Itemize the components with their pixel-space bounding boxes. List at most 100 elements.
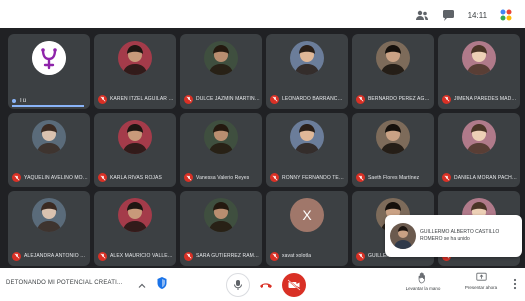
mic-muted-icon: [270, 251, 279, 261]
avatar-photo: [204, 198, 238, 233]
self-highlight-bar: [12, 104, 84, 107]
leave-call-button[interactable]: [254, 273, 278, 297]
mic-muted-icon: [184, 173, 193, 183]
self-indicator-icon: [12, 98, 16, 103]
participant-name: KARLA RIVAS ROJAS: [110, 174, 162, 181]
present-icon: [475, 272, 487, 281]
microphone-button[interactable]: [226, 273, 250, 297]
avatar-photo: [462, 40, 496, 75]
chat-icon[interactable]: [441, 7, 457, 23]
nameplate: KARLA RIVAS ROJAS: [98, 173, 174, 183]
mic-muted-icon: [442, 173, 451, 183]
participant-name: Vanessa Valerio Reyes: [196, 174, 250, 181]
mic-muted-icon: [270, 173, 279, 183]
participant-name: RONNY FERNANDO TELLE...: [282, 174, 346, 181]
microphone-icon: [234, 280, 242, 290]
mic-muted-icon: [442, 94, 451, 104]
avatar-photo: [290, 40, 324, 75]
top-right-panel: 14:11: [405, 3, 523, 27]
toast-text: GUILLERMO ALBERTO CASTILLO ROMERO se ha …: [420, 229, 500, 242]
avatar-photo: [118, 198, 152, 233]
avatar-photo: [462, 119, 496, 154]
mic-muted-icon: [98, 173, 107, 183]
participant-name: ALEX MAURICIO VALLE UR...: [110, 253, 174, 260]
participant-tile[interactable]: BERNARDO PEREZ AGUA...: [352, 34, 434, 109]
avatar-photo: [204, 119, 238, 154]
avatar-photo: [118, 119, 152, 154]
hand-icon: [418, 272, 425, 284]
nameplate: DULCE JAZMIN MARTINE...: [184, 94, 260, 104]
chevron-up-icon[interactable]: [137, 278, 147, 288]
present-now-label: Presentar ahora: [464, 285, 498, 290]
mic-muted-icon: [356, 94, 365, 104]
avatar-photo: [376, 119, 410, 154]
raise-hand-button[interactable]: Levantar la mano: [398, 272, 448, 291]
participant-tile[interactable]: KAREN ITZEL AGUILAR RO...: [94, 34, 176, 109]
participant-name: LEONARDO BARRANCO M...: [282, 96, 346, 103]
nameplate: YAQUELIN AVELINO MON...: [12, 173, 88, 183]
nameplate: KAREN ITZEL AGUILAR RO...: [98, 94, 174, 104]
activities-icon[interactable]: [498, 7, 514, 23]
participant-tile[interactable]: RONNY FERNANDO TELLE...: [266, 112, 348, 188]
nameplate: RONNY FERNANDO TELLE...: [270, 173, 346, 183]
join-notification: GUILLERMO ALBERTO CASTILLO ROMERO se ha …: [385, 215, 522, 257]
participant-name: BERNARDO PEREZ AGUA...: [368, 96, 432, 103]
nameplate: ALEJANDRA ANTONIO UR...: [12, 251, 88, 261]
participant-name: KAREN ITZEL AGUILAR RO...: [110, 96, 174, 103]
participant-name: ALEJANDRA ANTONIO UR...: [24, 253, 88, 260]
mic-muted-icon: [356, 251, 365, 261]
participant-tile[interactable]: JIMENA PAREDES MADRE: [438, 34, 520, 109]
more-options-icon[interactable]: [512, 277, 518, 291]
present-now-button[interactable]: Presentar ahora: [456, 272, 506, 290]
raise-hand-label: Levantar la mano: [405, 286, 441, 291]
nameplate: xavat xolotla: [270, 251, 346, 261]
bottom-control-bar: DETONANDO MI POTENCIAL CREATI... Levanta…: [0, 268, 525, 301]
nameplate: Saeth Flores Martínez: [356, 173, 432, 183]
participant-name: SARA GUTIERREZ RAMIREZ: [196, 253, 260, 260]
participant-tile[interactable]: DULCE JAZMIN MARTINE...: [180, 34, 262, 109]
nameplate: Tú: [12, 98, 88, 104]
nameplate: JIMENA PAREDES MADRE: [442, 94, 518, 104]
avatar-photo: [290, 119, 324, 154]
mic-muted-icon: [12, 251, 21, 261]
participant-tile[interactable]: KARLA RIVAS ROJAS: [94, 112, 176, 188]
participant-name: xavat xolotla: [282, 253, 312, 260]
people-icon[interactable]: [414, 7, 430, 23]
participant-tile[interactable]: Xxavat xolotla: [266, 191, 348, 266]
shield-icon[interactable]: [156, 276, 168, 290]
avatar-photo: [204, 40, 238, 75]
participant-name: DULCE JAZMIN MARTINE...: [196, 96, 260, 103]
participant-name: JIMENA PAREDES MADRE: [454, 96, 518, 103]
participant-tile[interactable]: SARA GUTIERREZ RAMIREZ: [180, 191, 262, 266]
participant-tile[interactable]: DANIELA MORAN PACHECO: [438, 112, 520, 188]
mic-muted-icon: [98, 251, 107, 261]
participant-tile[interactable]: LEONARDO BARRANCO M...: [266, 34, 348, 109]
mic-muted-icon: [270, 94, 279, 104]
participant-tile[interactable]: ALEX MAURICIO VALLE UR...: [94, 191, 176, 266]
mic-muted-icon: [98, 94, 107, 104]
mic-muted-icon: [184, 94, 193, 104]
camera-off-icon: [287, 279, 301, 291]
avatar-photo: [118, 40, 152, 75]
participant-name: Saeth Flores Martínez: [368, 174, 420, 181]
phone-hangup-icon: [260, 283, 272, 288]
participant-tile[interactable]: Saeth Flores Martínez: [352, 112, 434, 188]
avatar-logo: [32, 40, 66, 75]
meeting-title: DETONANDO MI POTENCIAL CREATI...: [6, 280, 123, 286]
mic-muted-icon: [356, 173, 365, 183]
camera-off-button[interactable]: [282, 273, 306, 297]
nameplate: DANIELA MORAN PACHECO: [442, 173, 518, 183]
clock-time: 14:11: [467, 10, 488, 20]
mic-muted-icon: [184, 251, 193, 261]
avatar-photo: [32, 198, 66, 233]
participant-tile[interactable]: ALEJANDRA ANTONIO UR...: [8, 191, 90, 266]
participant-tile[interactable]: Vanessa Valerio Reyes: [180, 112, 262, 188]
participant-tile-self[interactable]: Tú: [8, 34, 90, 109]
nameplate: Vanessa Valerio Reyes: [184, 173, 260, 183]
toast-avatar: [390, 223, 416, 249]
participant-name: YAQUELIN AVELINO MON...: [24, 174, 88, 181]
nameplate: ALEX MAURICIO VALLE UR...: [98, 251, 174, 261]
avatar-photo: [376, 40, 410, 75]
participant-name: Tú: [19, 97, 27, 104]
participant-tile[interactable]: YAQUELIN AVELINO MON...: [8, 112, 90, 188]
